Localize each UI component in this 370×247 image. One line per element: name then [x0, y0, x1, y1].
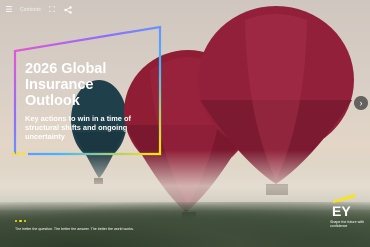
viewer-toolbar: ☰ Contents ⛶	[0, 0, 370, 20]
hamburger-menu-icon[interactable]: ☰	[4, 5, 14, 15]
title-line-1: 2026 Global	[25, 61, 107, 77]
document-viewer: ☰ Contents ⛶ 2026 Global Insurance Outlo…	[0, 0, 370, 247]
page-title: 2026 Global Insurance Outlook	[25, 61, 157, 109]
next-page-button[interactable]: ›	[354, 96, 368, 110]
dot	[15, 220, 18, 223]
dot	[22, 152, 25, 155]
footer-tagline: The better the question. The better the …	[15, 227, 134, 231]
footer-dots	[15, 220, 27, 223]
title-line-3: Outlook	[25, 93, 80, 109]
title-line-2: Insurance	[25, 77, 94, 93]
page-subtitle: Key actions to win in a time of structur…	[25, 114, 131, 141]
title-block: 2026 Global Insurance Outlook Key action…	[25, 61, 157, 141]
dot	[19, 220, 22, 223]
share-icon[interactable]	[63, 5, 73, 15]
ey-logo: EY	[332, 194, 355, 218]
morning-haze	[0, 150, 370, 210]
dot	[12, 152, 15, 155]
dot	[17, 152, 20, 155]
chevron-right-icon: ›	[359, 98, 363, 108]
brand-tagline: Shape the future with confidence	[330, 220, 364, 229]
title-dots	[12, 152, 25, 155]
contents-label[interactable]: Contents	[20, 7, 41, 13]
svg-text:EY: EY	[332, 203, 351, 218]
dot	[23, 220, 27, 223]
fullscreen-icon[interactable]: ⛶	[47, 5, 57, 15]
treeline	[0, 202, 370, 247]
